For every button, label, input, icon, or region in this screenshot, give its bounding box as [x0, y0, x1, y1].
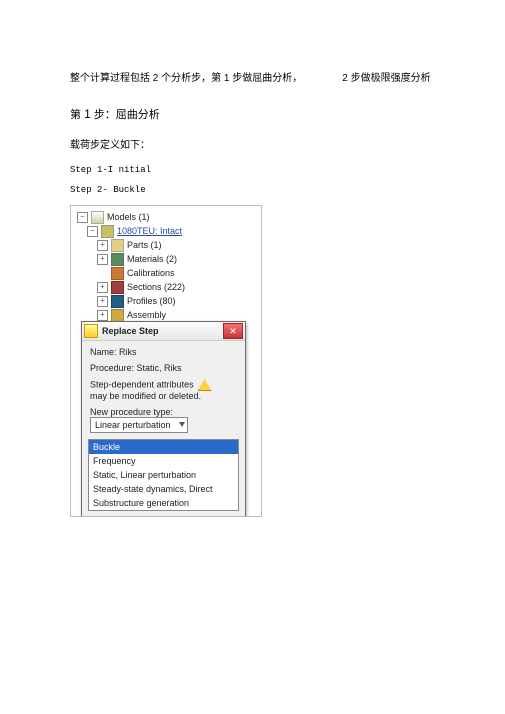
tree-materials[interactable]: +Materials (2) [77, 252, 255, 266]
expand-icon[interactable]: + [97, 310, 108, 321]
tree-sections[interactable]: +Sections (222) [77, 280, 255, 294]
expand-icon[interactable]: + [97, 282, 108, 293]
para-text-b: 2 步做极限强度分析 [342, 73, 430, 84]
screenshot-panel: −Models (1) −1080TEU: Intact +Parts (1) … [70, 205, 262, 517]
calibrations-icon [111, 267, 124, 280]
assembly-icon [111, 309, 124, 322]
list-item[interactable]: Frequency [89, 454, 238, 468]
list-item[interactable]: Buckle [89, 440, 238, 454]
intro-paragraph: 整个计算过程包括 2 个分析步，第 1 步做屈曲分析， 2 步做极限强度分析 [70, 70, 435, 88]
procedure-listbox[interactable]: Buckle Frequency Static, Linear perturba… [88, 439, 239, 511]
list-item[interactable]: Substructure generation [89, 496, 238, 510]
tree-calibrations[interactable]: Calibrations [77, 266, 255, 280]
expand-icon[interactable]: + [97, 254, 108, 265]
sections-icon [111, 281, 124, 294]
list-item[interactable]: Static, Linear perturbation [89, 468, 238, 482]
tree-parts[interactable]: +Parts (1) [77, 238, 255, 252]
expand-icon[interactable]: − [77, 212, 88, 223]
expand-icon[interactable]: + [97, 296, 108, 307]
dialog-icon [84, 324, 98, 338]
warning-row: Step-dependent attributes may be modifie… [90, 379, 237, 401]
expand-icon[interactable]: + [97, 240, 108, 251]
subheading: 载荷步定义如下： [70, 136, 435, 151]
tree-models[interactable]: −Models (1) [77, 210, 255, 224]
tree-assembly[interactable]: +Assembly [77, 308, 255, 322]
tree-profiles[interactable]: +Profiles (80) [77, 294, 255, 308]
para-text-a: 整个计算过程包括 2 个分析步，第 1 步做屈曲分析， [70, 73, 302, 84]
procedure-row: Procedure: Static, Riks [90, 363, 237, 373]
warning-icon [198, 379, 212, 391]
expand-icon[interactable]: − [87, 226, 98, 237]
tree-database[interactable]: −1080TEU: Intact [77, 224, 255, 238]
section-heading: 第 1 步：屈曲分析 [70, 106, 435, 122]
step1-code: Step 1-I nitial [70, 165, 435, 175]
step2-code: Step 2- Buckle [70, 185, 435, 195]
procedure-type-select[interactable]: Linear perturbation [90, 417, 188, 433]
list-item[interactable]: Steady-state dynamics, Direct [89, 482, 238, 496]
dialog-titlebar[interactable]: Replace Step ✕ [82, 322, 245, 341]
dialog-title: Replace Step [102, 326, 223, 336]
parts-icon [111, 239, 124, 252]
new-procedure-row: New procedure type: Linear perturbation [90, 407, 237, 433]
database-icon [101, 225, 114, 238]
profiles-icon [111, 295, 124, 308]
close-icon[interactable]: ✕ [223, 323, 243, 339]
materials-icon [111, 253, 124, 266]
models-icon [91, 211, 104, 224]
name-row: Name: Riks [90, 347, 237, 357]
replace-step-dialog: Replace Step ✕ Name: Riks Procedure: Sta… [81, 321, 246, 517]
